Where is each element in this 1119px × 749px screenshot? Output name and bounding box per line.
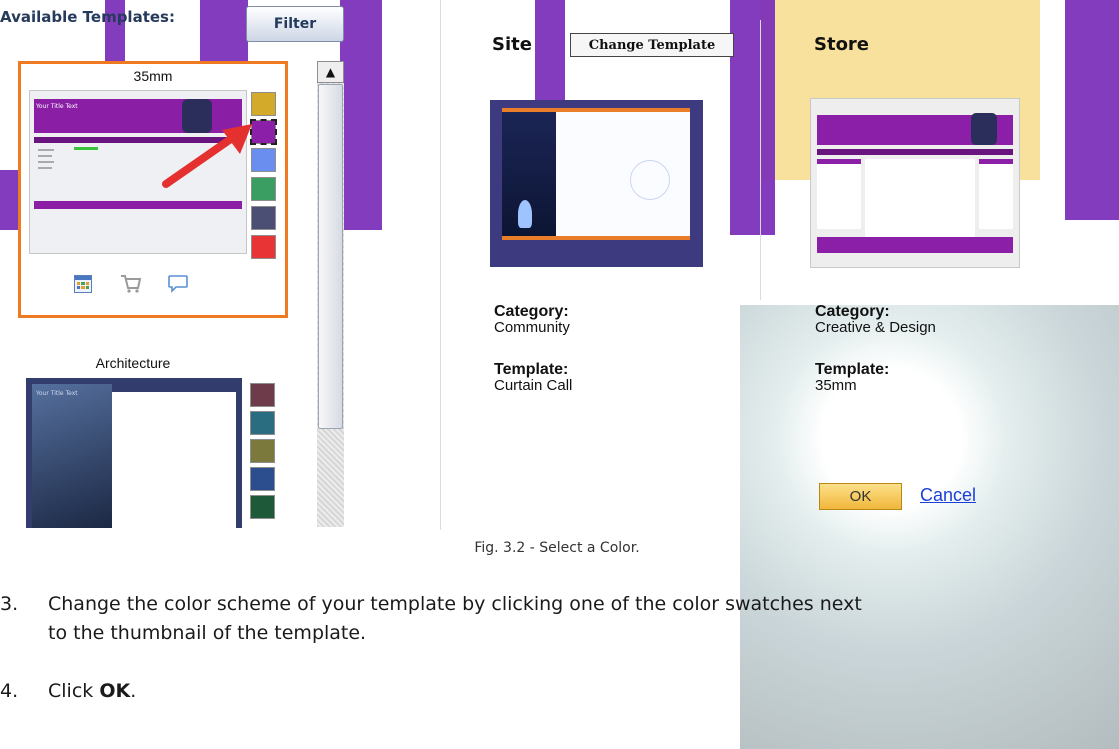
step-4: 4. Click OK. xyxy=(0,677,136,706)
store-category-value: Creative & Design xyxy=(815,319,936,336)
watermark-bar-3 xyxy=(340,0,382,230)
template-name: 35mm xyxy=(133,68,173,84)
site-template-preview xyxy=(490,100,703,267)
site-template-label: Template: xyxy=(494,361,569,378)
globe-background xyxy=(740,305,1119,749)
step-prefix: Click xyxy=(48,680,100,702)
available-templates-heading: Available Templates: xyxy=(0,8,175,26)
site-category-value: Community xyxy=(494,319,570,336)
change-template-button[interactable]: Change Template xyxy=(570,33,734,57)
ok-button[interactable]: OK xyxy=(819,483,902,510)
scrollbar-thumb[interactable] xyxy=(318,84,343,429)
arch-thumb-title: Your Title Text xyxy=(36,390,78,397)
panel-divider-mid xyxy=(760,20,761,300)
step-text-line1: Change the color scheme of your template… xyxy=(48,593,862,615)
arch-swatch-2[interactable] xyxy=(250,411,275,435)
site-heading: Site xyxy=(492,34,532,55)
arch-swatch-5[interactable] xyxy=(250,495,275,519)
site-template-value: Curtain Call xyxy=(494,377,573,394)
template-name-architecture: Architecture xyxy=(95,355,171,371)
red-arrow-icon xyxy=(160,118,260,194)
shopping-cart-icon[interactable] xyxy=(120,274,142,298)
step-number: 3. xyxy=(0,593,19,615)
arch-swatch-1[interactable] xyxy=(250,383,275,407)
color-swatch-red[interactable] xyxy=(251,235,276,259)
chat-bubble-icon[interactable] xyxy=(167,274,189,298)
arch-swatch-3[interactable] xyxy=(250,439,275,463)
filter-button[interactable]: Filter xyxy=(246,6,344,42)
architecture-thumbnail[interactable]: Your Title Text xyxy=(26,378,242,528)
store-template-value: 35mm xyxy=(815,377,857,394)
figure-caption: Fig. 3.2 - Select a Color. xyxy=(474,540,640,556)
thumb-footer xyxy=(34,201,242,209)
store-template-preview xyxy=(810,98,1020,268)
step-number: 4. xyxy=(0,680,19,702)
step-bold-ok: OK xyxy=(99,680,131,702)
scroll-up-arrow[interactable]: ▲ xyxy=(317,61,344,83)
store-template-label: Template: xyxy=(815,361,890,378)
arch-swatch-4[interactable] xyxy=(250,467,275,491)
watermark-bar-5 xyxy=(730,0,775,235)
watermark-bar-6 xyxy=(1065,0,1119,220)
calendar-icon[interactable] xyxy=(74,275,92,293)
thumb-title: Your Title Text xyxy=(36,103,78,110)
color-swatch-gold[interactable] xyxy=(251,92,276,116)
cancel-link[interactable]: Cancel xyxy=(920,485,976,506)
site-category-label: Category: xyxy=(494,303,569,320)
step-suffix: . xyxy=(130,680,137,702)
store-heading: Store xyxy=(814,34,870,55)
color-swatch-slate[interactable] xyxy=(251,206,276,230)
step-3: 3. Change the color scheme of your templa… xyxy=(0,590,1080,648)
store-category-label: Category: xyxy=(815,303,890,320)
thumb-link xyxy=(74,147,98,150)
panel-divider-left xyxy=(440,0,441,530)
step-text-line2: to the thumbnail of the template. xyxy=(48,622,367,644)
